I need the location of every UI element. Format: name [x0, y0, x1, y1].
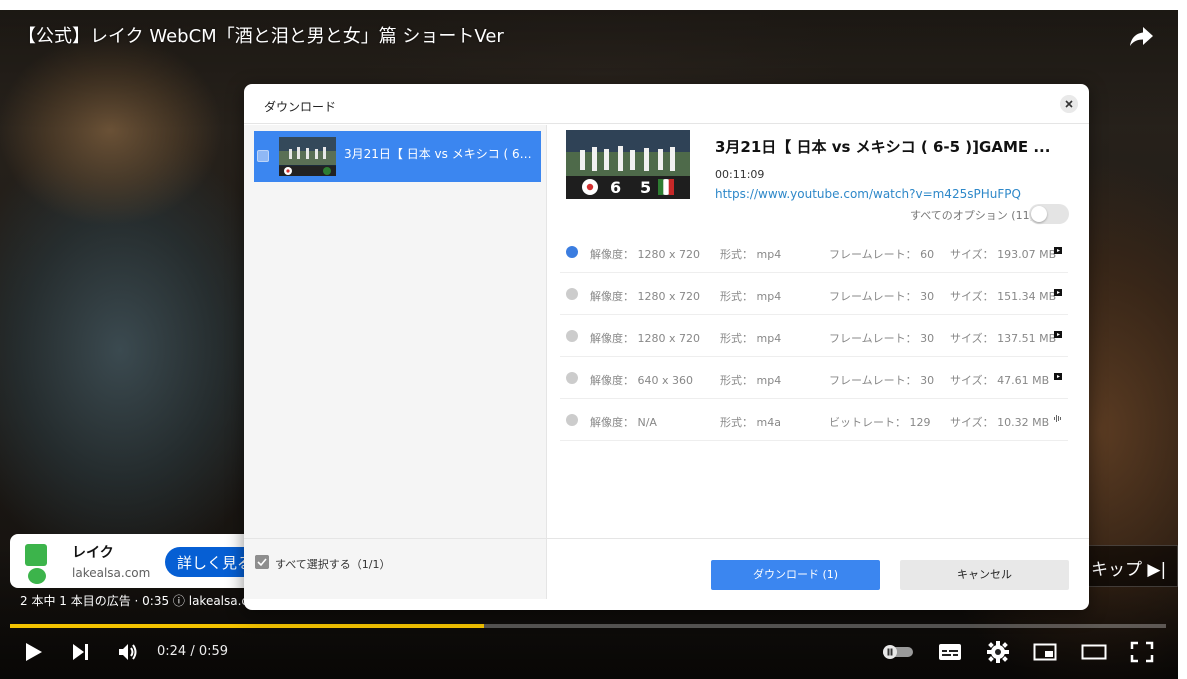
- format-option-row[interactable]: 解像度： N/A 形式： m4a ビットレート： 129 サイズ： 10.32 MB: [560, 399, 1068, 441]
- video-thumbnail: [279, 137, 336, 176]
- skip-ad-button[interactable]: キップ ▶|: [1088, 545, 1178, 587]
- fullscreen-icon[interactable]: [1130, 641, 1154, 663]
- format-rate: ビットレート： 129: [829, 416, 931, 429]
- format-resolution: 解像度： 1280 x 720: [590, 248, 700, 261]
- dialog-header: ダウンロード: [244, 84, 1089, 124]
- video-list-pane: 3月21日【 日本 vs メキシコ ( 6-5 )]GAME ...: [244, 125, 547, 538]
- cancel-button[interactable]: キャンセル: [900, 560, 1069, 590]
- format-rate: フレームレート： 60: [829, 248, 935, 261]
- page-top-strip: [0, 0, 1187, 10]
- miniplayer-icon[interactable]: [1033, 641, 1057, 663]
- settings-gear-icon[interactable]: [986, 641, 1010, 663]
- format-format: 形式： mp4: [720, 290, 782, 303]
- next-icon[interactable]: [69, 641, 93, 663]
- video-icon: [1054, 247, 1062, 254]
- video-list-item[interactable]: 3月21日【 日本 vs メキシコ ( 6-5 )]GAME ...: [254, 131, 541, 182]
- advertiser-logo: [18, 538, 60, 584]
- time-display: 0:24 / 0:59: [157, 644, 229, 659]
- format-resolution: 解像度： 1280 x 720: [590, 332, 700, 345]
- video-icon: [1054, 289, 1062, 296]
- format-format: 形式： mp4: [720, 248, 782, 261]
- format-resolution: 解像度： N/A: [590, 416, 657, 429]
- format-radio[interactable]: [566, 288, 578, 300]
- progress-bar[interactable]: [10, 624, 1166, 628]
- format-radio[interactable]: [566, 330, 578, 342]
- video-list-item-label: 3月21日【 日本 vs メキシコ ( 6-5 )]GAME ...: [344, 147, 534, 161]
- select-all-label[interactable]: すべて選択する（1/1）: [275, 556, 391, 572]
- video-duration: 00:11:09: [715, 168, 765, 181]
- format-radio[interactable]: [566, 372, 578, 384]
- format-rate: フレームレート： 30: [829, 374, 935, 387]
- format-rate: フレームレート： 30: [829, 332, 935, 345]
- selected-video-thumbnail: 6 5: [566, 130, 690, 199]
- download-dialog: ダウンロード 3月21日【 日本 vs メキシコ ( 6-5 )]GAME ..…: [244, 84, 1089, 610]
- theater-mode-icon[interactable]: [1081, 641, 1107, 663]
- volume-icon[interactable]: [116, 641, 140, 663]
- advertiser-name: レイク: [72, 545, 114, 561]
- format-option-row[interactable]: 解像度： 1280 x 720 形式： mp4 フレームレート： 60 サイズ： 19…: [560, 231, 1068, 273]
- ad-info-text: 2 本中 1 本目の広告 · 0:35 ⓘ lakealsa.co: [20, 594, 256, 608]
- video-icon: [1054, 373, 1062, 380]
- close-icon[interactable]: [1060, 95, 1078, 113]
- audio-icon: [1054, 415, 1061, 422]
- video-title[interactable]: 【公式】レイク WebCM「酒と泪と男と女」篇 ショートVer: [18, 22, 504, 48]
- format-option-row[interactable]: 解像度： 640 x 360 形式： mp4 フレームレート： 30 サイズ： 47.…: [560, 357, 1068, 399]
- format-size: サイズ： 193.07 MB: [950, 248, 1057, 261]
- format-resolution: 解像度： 1280 x 720: [590, 290, 700, 303]
- format-radio[interactable]: [566, 414, 578, 426]
- play-icon[interactable]: [22, 641, 46, 663]
- format-row-divider: [560, 440, 1068, 441]
- share-icon[interactable]: [1128, 24, 1154, 48]
- format-format: 形式： m4a: [720, 416, 781, 429]
- progress-fill: [10, 624, 484, 628]
- format-option-row[interactable]: 解像度： 1280 x 720 形式： mp4 フレームレート： 30 サイズ： 15…: [560, 273, 1068, 315]
- select-all-checkbox[interactable]: [255, 555, 269, 569]
- format-size: サイズ： 151.34 MB: [950, 290, 1057, 303]
- autoplay-toggle-icon[interactable]: [881, 641, 915, 663]
- item-checkbox[interactable]: [257, 150, 269, 162]
- format-size: サイズ： 137.51 MB: [950, 332, 1057, 345]
- svg-text:5: 5: [640, 178, 651, 197]
- format-format: 形式： mp4: [720, 374, 782, 387]
- format-option-row[interactable]: 解像度： 1280 x 720 形式： mp4 フレームレート： 30 サイズ： 13…: [560, 315, 1068, 357]
- video-name: 3月21日【 日本 vs メキシコ ( 6-5 )]GAME ...: [715, 138, 1051, 156]
- all-options-label: すべてのオプション (11): [910, 209, 1034, 222]
- format-rate: フレームレート： 30: [829, 290, 935, 303]
- advertiser-domain: lakealsa.com: [72, 566, 151, 580]
- format-resolution: 解像度： 640 x 360: [590, 374, 693, 387]
- format-radio[interactable]: [566, 246, 578, 258]
- format-size: サイズ： 10.32 MB: [950, 416, 1050, 429]
- select-all-bar: すべて選択する（1/1）: [244, 538, 547, 599]
- video-url-link[interactable]: https://www.youtube.com/watch?v=m425sPHu…: [715, 187, 1021, 201]
- all-options-toggle[interactable]: [1029, 204, 1069, 224]
- page-right-strip: [1178, 0, 1187, 679]
- format-size: サイズ： 47.61 MB: [950, 374, 1050, 387]
- subtitles-icon[interactable]: [938, 641, 962, 663]
- dialog-title: ダウンロード: [264, 100, 337, 114]
- video-icon: [1054, 331, 1062, 338]
- format-format: 形式： mp4: [720, 332, 782, 345]
- svg-text:6: 6: [610, 178, 621, 197]
- dialog-footer-divider: [244, 538, 1089, 539]
- download-button[interactable]: ダウンロード (1): [711, 560, 880, 590]
